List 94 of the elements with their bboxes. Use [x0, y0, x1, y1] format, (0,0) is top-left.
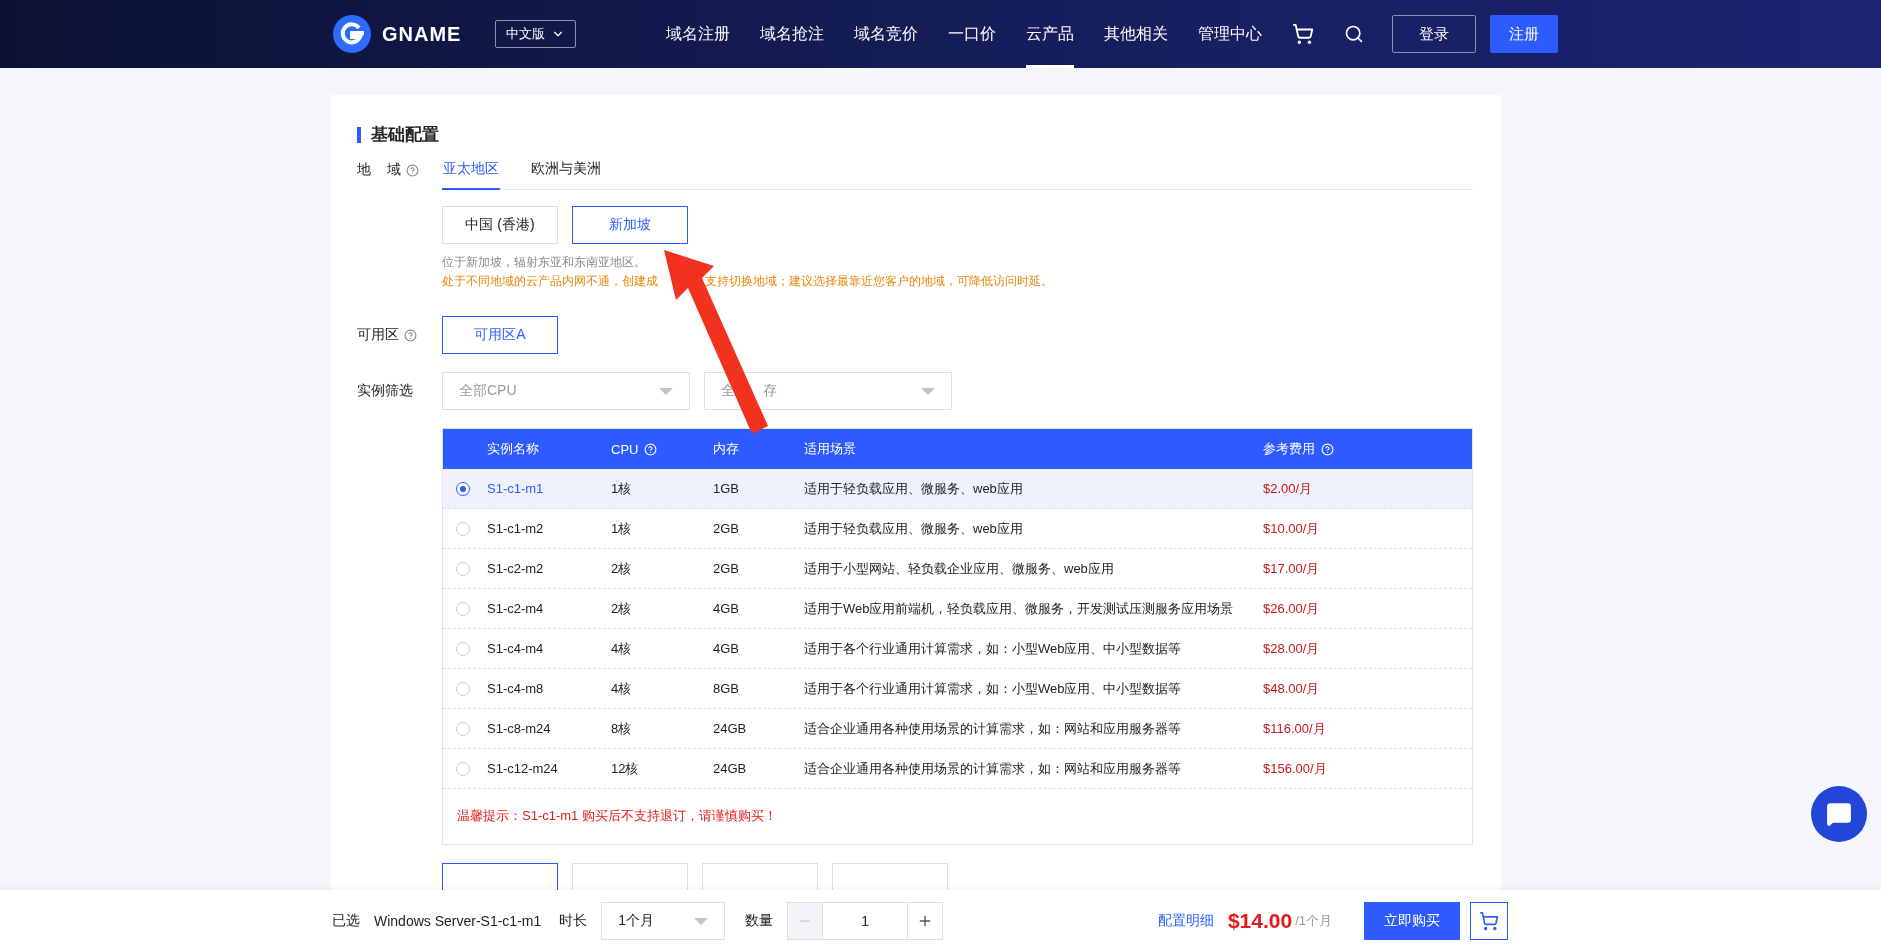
price-unit: /1个月 [1295, 912, 1332, 930]
chat-icon [1826, 801, 1852, 827]
nav-link[interactable]: 域名注册 [666, 0, 731, 68]
region-tab[interactable]: 亚太地区 [442, 150, 500, 190]
field-label: 可用区 [357, 326, 399, 344]
table-cell-text: 适用于Web应用前端机，轻负载应用、微服务，开发测试压测服务应用场景 [804, 599, 1235, 618]
table-cell-text: $28.00/月 [1263, 639, 1321, 658]
table-cell-text: 24GB [713, 761, 748, 776]
table-cell-text: S1-c4-m8 [487, 681, 545, 696]
radio-button[interactable] [456, 481, 470, 496]
title-bar-icon [357, 126, 361, 143]
table-cell-text: 2GB [713, 561, 740, 576]
table-cell-text: S1-c2-m4 [487, 601, 545, 616]
table-cell-text: 4核 [611, 639, 633, 658]
nav-link[interactable]: 一口价 [948, 0, 997, 68]
table-cell-text: 12核 [611, 759, 640, 778]
cart-icon[interactable] [1292, 23, 1315, 45]
table-cell-text: 4GB [713, 601, 740, 616]
table-cell-text: 适合企业通用各种使用场景的计算需求，如：网站和应用服务器等 [804, 719, 1182, 738]
table-cell-text: 1核 [611, 479, 633, 498]
table-cell-text: $48.00/月 [1263, 679, 1321, 698]
nav-link[interactable]: 管理中心 [1198, 0, 1263, 68]
purchase-notice: 温馨提示：S1-c1-m1 购买后不支持退订，请谨慎购买！ [457, 808, 777, 823]
nav-link[interactable]: 域名抢注 [760, 0, 825, 68]
table-cell-text: 1GB [713, 481, 740, 496]
table-cell-text: $17.00/月 [1263, 559, 1321, 578]
column-header: 实例名称 [487, 440, 539, 458]
instance-row[interactable]: S1-c1-m1 1核 1GB 适用于轻负载应用、微服务、web应用 $2.00/月 [443, 469, 1472, 509]
duration-select[interactable]: 1个月 [601, 902, 726, 940]
logo-text: GNAME [382, 22, 462, 46]
region-warning: 处于不同地域的云产品内网不通，创建成 [442, 273, 658, 290]
column-header: 参考费用 [1263, 440, 1315, 458]
table-cell-text: 适用于轻负载应用、微服务、web应用 [804, 479, 1024, 498]
table-cell-text: $26.00/月 [1263, 599, 1321, 618]
total-price: $14.00 [1227, 909, 1293, 933]
details-link[interactable]: 配置明细 [1157, 912, 1214, 930]
region-warning: 支持切换地域；建议选择最靠近您客户的地域，可降低访问时延。 [705, 273, 1053, 290]
duration-label: 时长 [559, 912, 588, 930]
table-cell-text: 适用于各个行业通用计算需求，如：小型Web应用、中小型数据等 [804, 639, 1183, 658]
section-title: 基础配置 [371, 124, 439, 146]
region-option[interactable]: 中国 (香港) [442, 206, 558, 244]
plus-button[interactable] [907, 902, 944, 940]
region-note: 位于新加坡，辐射东亚和东南亚地区。 [442, 254, 647, 271]
table-cell-text: S1-c1-m1 [487, 481, 545, 496]
table-cell-text: S1-c1-m2 [487, 521, 545, 536]
table-cell-text: $2.00/月 [1263, 479, 1314, 498]
search-icon[interactable] [1344, 24, 1365, 44]
nav-link[interactable]: 其他相关 [1104, 0, 1169, 68]
table-cell-text: 8GB [713, 681, 740, 696]
table-cell-text: 4核 [611, 679, 633, 698]
quantity-field[interactable]: 1 [823, 902, 908, 940]
buy-button[interactable]: 立即购买 [1364, 902, 1460, 940]
caret-icon [659, 387, 673, 395]
login-button[interactable]: 登录 [1392, 15, 1477, 53]
table-cell-text: 4GB [713, 641, 740, 656]
selected-label: 已选 [332, 912, 360, 930]
table-cell-text: 1核 [611, 519, 633, 538]
table-cell-text: 2核 [611, 599, 633, 618]
column-header: CPU [611, 441, 639, 457]
register-button[interactable]: 注册 [1490, 15, 1559, 53]
zone-option[interactable]: 可用区A [442, 316, 558, 354]
table-cell-text: S1-c2-m2 [487, 561, 545, 576]
table-cell-text: S1-c4-m4 [487, 641, 545, 656]
chat-button[interactable] [1811, 786, 1867, 842]
table-cell-text: 适用于小型网站、轻负载企业应用、微服务、web应用 [804, 559, 1115, 578]
field-label: 实例筛选 [357, 382, 413, 400]
table-cell-text: 8核 [611, 719, 633, 738]
column-header: 内存 [713, 440, 739, 458]
table-cell-text: S1-c8-m24 [487, 721, 552, 736]
table-cell-text: $10.00/月 [1263, 519, 1321, 538]
table-cell-text: $156.00/月 [1263, 759, 1328, 778]
region-option[interactable]: 新加坡 [572, 206, 688, 244]
table-cell-text: 适用于各个行业通用计算需求，如：小型Web应用、中小型数据等 [804, 679, 1183, 698]
cart-button[interactable] [1470, 902, 1508, 940]
table-cell-text: 24GB [713, 721, 748, 736]
table-cell-text: 适合企业通用各种使用场景的计算需求，如：网站和应用服务器等 [804, 759, 1182, 778]
nav-link[interactable]: 域名竞价 [854, 0, 919, 68]
table-cell-text: $116.00/月 [1263, 719, 1327, 738]
field-label: 地 域 [357, 161, 401, 179]
selected-value: Windows Server-S1-c1-m1 [374, 913, 542, 929]
logo-icon [332, 14, 372, 54]
column-header: 适用场景 [804, 440, 856, 458]
table-cell-text: 2核 [611, 559, 633, 578]
quantity-label: 数量 [745, 912, 774, 930]
caret-icon [694, 917, 709, 925]
table-cell-text: 适用于轻负载应用、微服务、web应用 [804, 519, 1024, 538]
region-tab[interactable]: 欧洲与美洲 [530, 150, 602, 190]
language-select[interactable]: 中文版 [495, 20, 577, 48]
caret-icon [921, 387, 935, 395]
os-option[interactable] [442, 863, 558, 890]
table-cell-text: 2GB [713, 521, 740, 536]
nav-link[interactable]: 云产品 [1026, 0, 1075, 68]
cart-icon [1479, 911, 1499, 931]
table-cell-text: S1-c12-m24 [487, 761, 559, 776]
